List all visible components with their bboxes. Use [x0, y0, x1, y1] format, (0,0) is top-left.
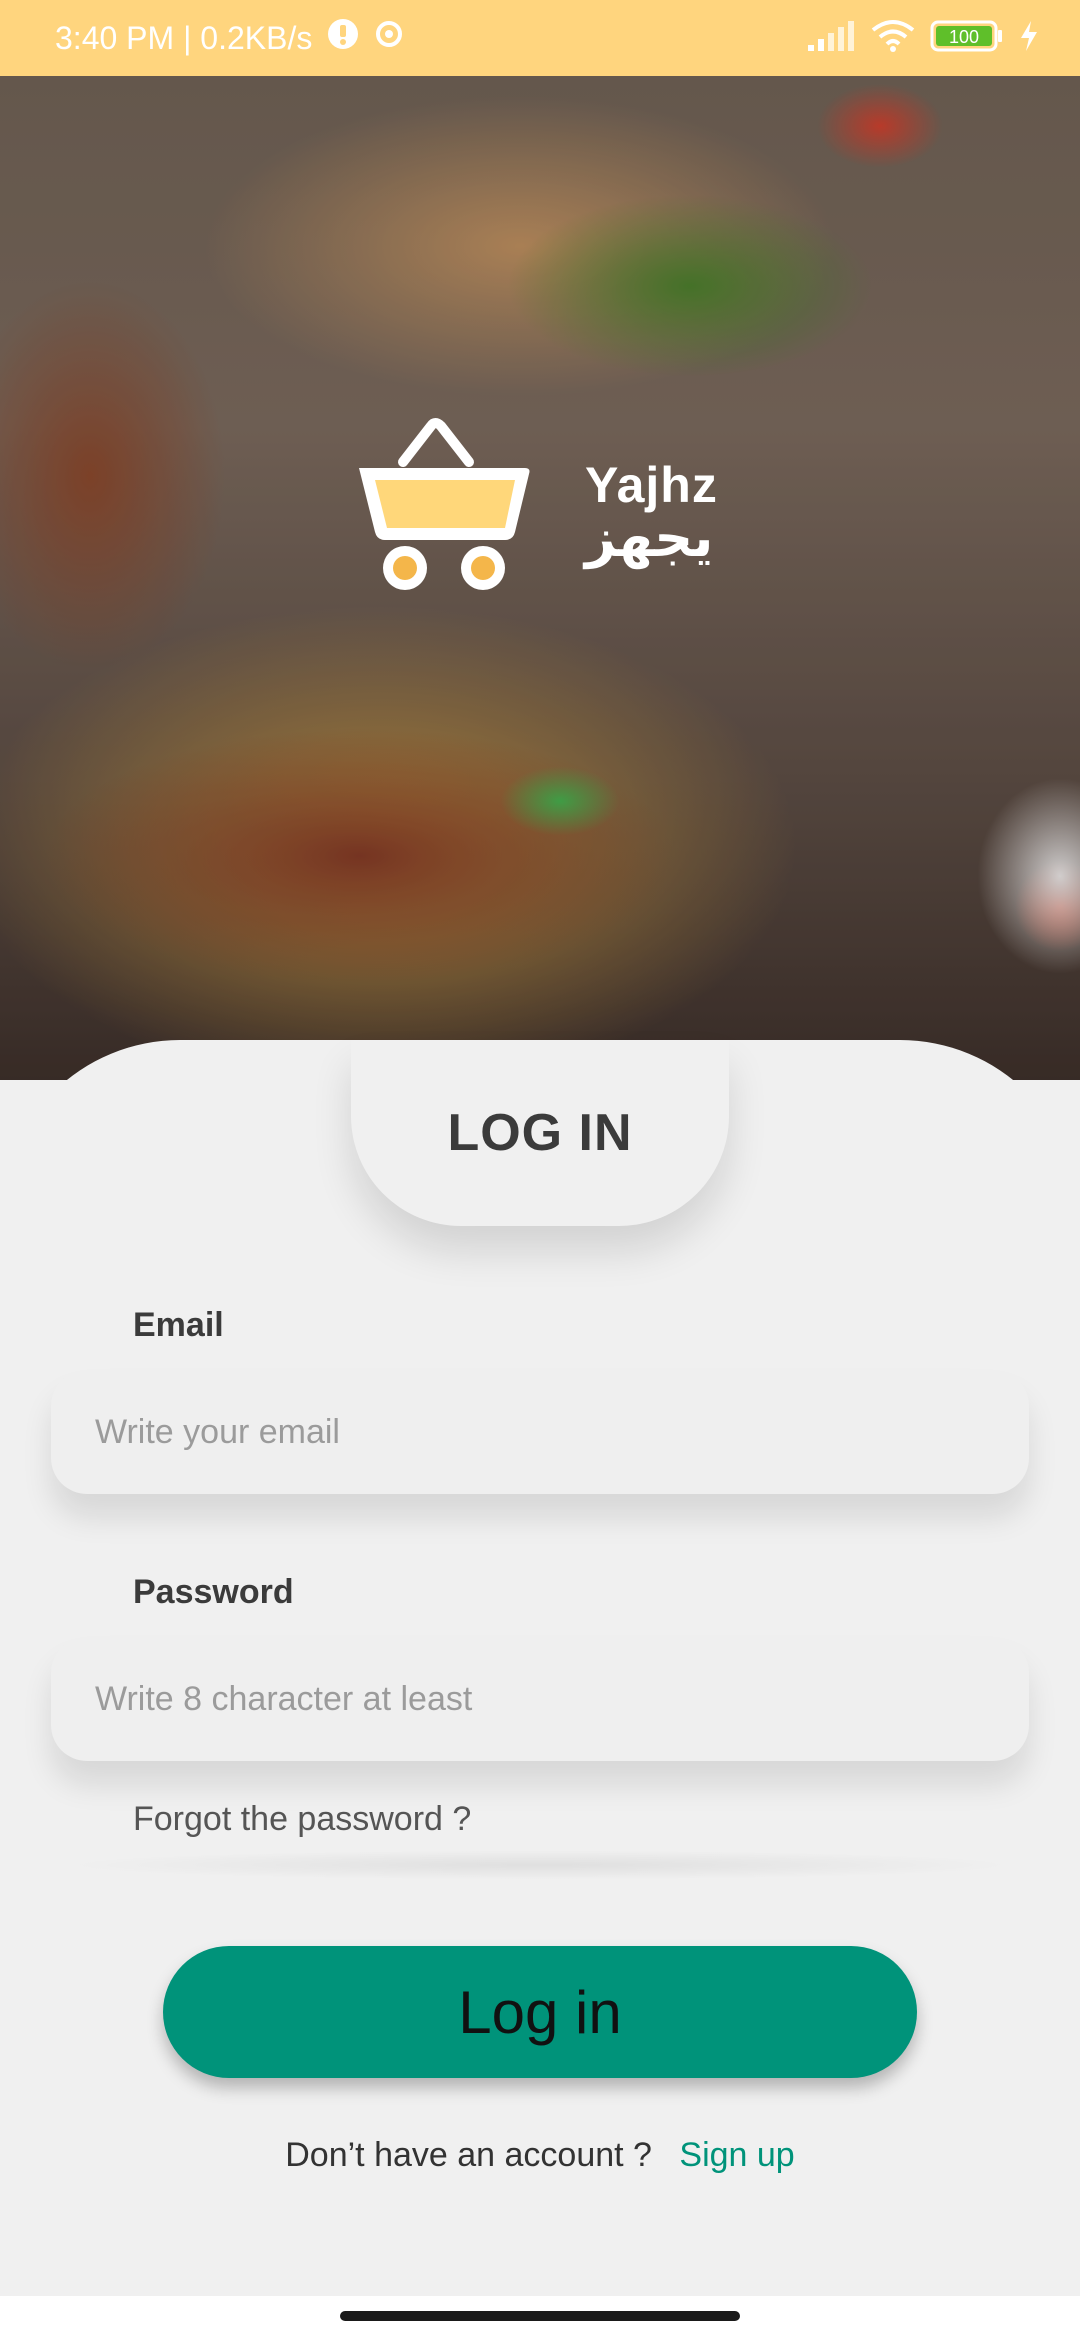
logo-text-ar: يجهز	[585, 506, 714, 569]
signup-link[interactable]: Sign up	[679, 2136, 794, 2174]
password-field[interactable]	[51, 1637, 1029, 1761]
forgot-password-link[interactable]: Forgot the password ?	[133, 1800, 471, 1839]
divider-shadow	[60, 1850, 1020, 1880]
charging-icon	[1018, 19, 1040, 58]
hero-food-image: Yajhz يجهز	[0, 76, 1080, 1080]
status-right: 100	[806, 18, 1040, 59]
password-label: Password	[133, 1573, 294, 1611]
login-button[interactable]: Log in	[163, 1946, 917, 2078]
email-label: Email	[133, 1306, 224, 1344]
alert-icon	[326, 17, 360, 59]
email-field[interactable]	[51, 1370, 1029, 1494]
wifi-icon	[870, 18, 916, 59]
sync-icon	[374, 19, 404, 57]
signal-icon	[806, 19, 856, 58]
battery-icon: 100	[930, 19, 1004, 58]
login-tab: LOG IN	[351, 1040, 729, 1226]
signup-prompt: Don’t have an account ?	[285, 2136, 652, 2174]
herb-garnish	[500, 766, 620, 836]
shopping-cart-icon	[359, 418, 530, 590]
status-left: 3:40 PM | 0.2KB/s	[55, 17, 404, 59]
app-logo: Yajhz يجهز	[355, 346, 735, 606]
battery-level: 100	[949, 27, 979, 47]
status-time-speed: 3:40 PM | 0.2KB/s	[55, 19, 313, 56]
login-tab-label: LOG IN	[447, 1104, 633, 1162]
home-indicator[interactable]	[340, 2311, 740, 2321]
signup-row: Don’t have an account ? Sign up	[0, 2136, 1080, 2175]
status-bar: 3:40 PM | 0.2KB/s 100	[0, 0, 1080, 76]
